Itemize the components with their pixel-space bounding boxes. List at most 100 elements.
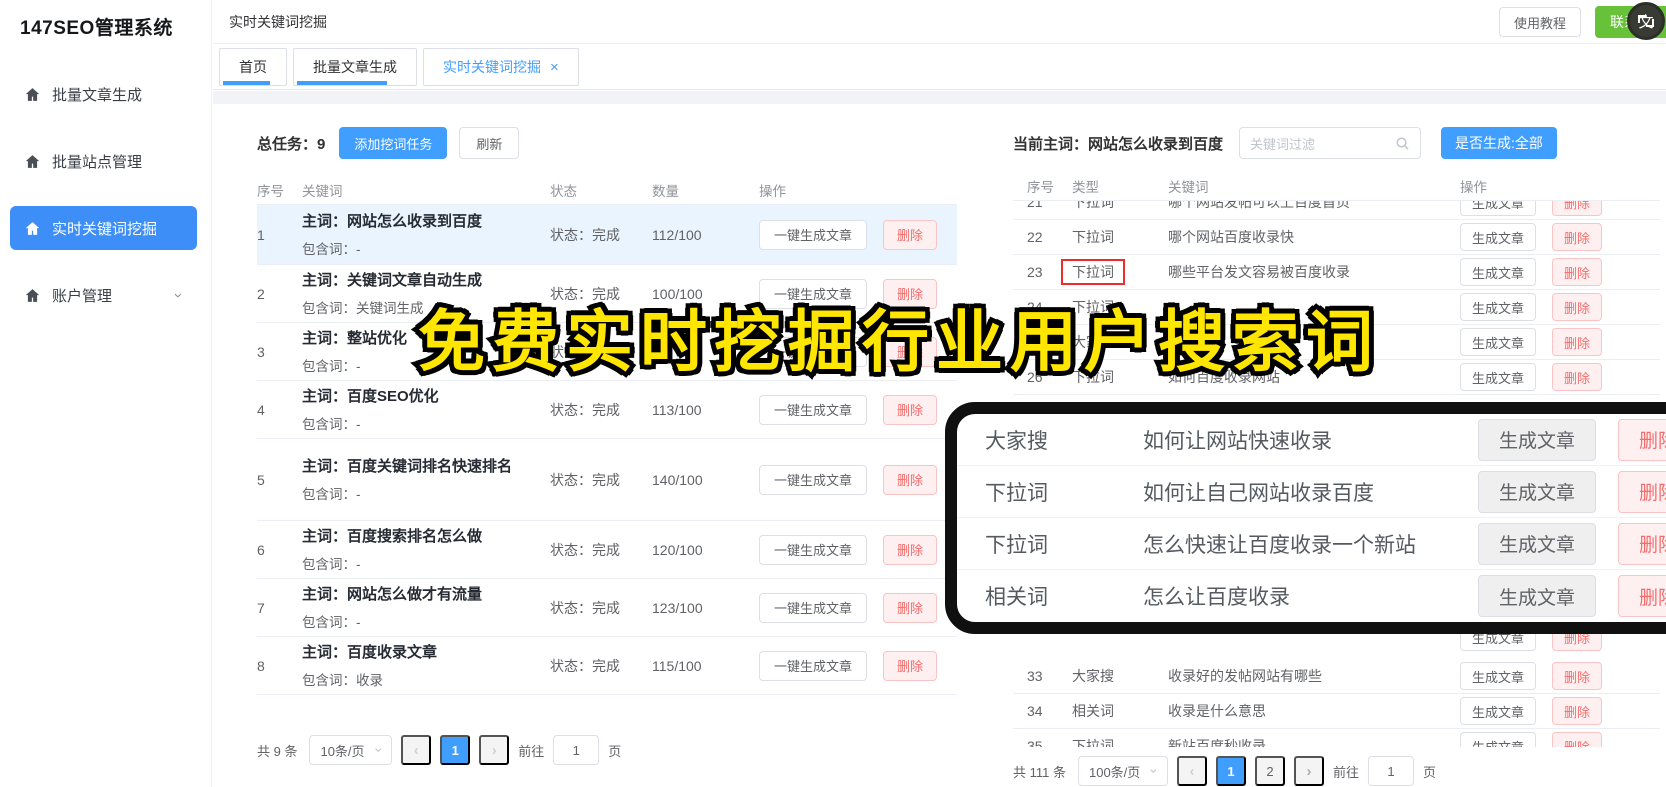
page-button-1[interactable]: 1 (1215, 756, 1246, 786)
tab-3[interactable]: 实时关键词挖掘 × (423, 48, 579, 86)
contains-word-label: 包含词：- (302, 556, 361, 572)
delete-button[interactable]: 删除 (1552, 201, 1603, 216)
table-row[interactable]: 8 主词：百度收录文章 包含词：收录 状态：完成 115/100 一键生成文章 删除 (257, 637, 957, 695)
generate-article-button[interactable]: 生成文章 (1460, 662, 1537, 690)
type-cell: 下拉词 (1072, 736, 1168, 747)
page-size-select[interactable]: 10条/页 › (309, 735, 393, 765)
type-cell: 大家搜 (1072, 666, 1168, 686)
translate-icon[interactable]: 文 (1627, 2, 1665, 40)
generate-article-button[interactable]: 一键生成文章 (759, 464, 868, 495)
generate-article-button[interactable]: 生成文章 (1460, 258, 1537, 286)
task-pagination: 共 9 条 10条/页 › ‹ 1 › 前往 页 (257, 735, 957, 765)
generate-article-button[interactable]: 一键生成文章 (759, 394, 868, 425)
page-button-1[interactable]: 1 (440, 735, 471, 765)
delete-button[interactable]: 删除 (1552, 328, 1603, 356)
generate-article-button[interactable]: 一键生成文章 (759, 592, 868, 623)
table-row[interactable]: 22 下拉词 哪个网站百度收录快 生成文章 删除 (1013, 220, 1660, 255)
keyword-filter-input[interactable]: 关键词过滤 (1239, 127, 1422, 159)
keyword-label: 怎么快速让百度收录一个新站 (1143, 533, 1416, 557)
table-row[interactable]: 21 下拉词 哪个网站发帖可以上百度首页 生成文章 删除 (1013, 201, 1660, 220)
generate-article-button[interactable]: 生成文章 (1460, 201, 1537, 216)
topbar-actions: 使用教程 联系 文 (1498, 0, 1666, 44)
generate-article-button[interactable]: 生成文章 (1460, 328, 1537, 356)
generate-article-button[interactable]: 一键生成文章 (759, 534, 868, 565)
type-label: 下拉词 (1072, 229, 1114, 245)
generate-article-button[interactable]: 生成文章 (1478, 470, 1596, 513)
generate-article-button[interactable]: 生成文章 (1460, 363, 1537, 391)
main-word-label: 主词：百度收录文章 (302, 644, 438, 662)
delete-button[interactable]: 删除 (883, 394, 938, 425)
delete-button[interactable]: 删除 (1552, 363, 1603, 391)
row-actions: 一键生成文章 删除 (759, 394, 957, 425)
delete-button[interactable]: 删除 (883, 592, 938, 623)
generate-all-button[interactable]: 是否生成:全部 (1441, 127, 1557, 159)
count-label: 115/100 (652, 657, 702, 674)
delete-button[interactable]: 删除 (1552, 662, 1603, 690)
help-button[interactable]: 使用教程 (1498, 7, 1581, 37)
row-actions: 生成文章删除 (1460, 363, 1660, 391)
table-row[interactable]: 33 大家搜 收录好的发帖网站有哪些 生成文章 删除 (1013, 659, 1660, 694)
refresh-button[interactable]: 刷新 (459, 127, 520, 159)
table-row[interactable]: 5 主词：百度关键词排名快速排名 包含词：- 状态：完成 140/100 一键生成文章 删除 (257, 439, 957, 521)
delete-button[interactable]: 删除 (1618, 470, 1666, 513)
delete-button[interactable]: 删除 (1552, 258, 1603, 286)
delete-button[interactable]: 删除 (1552, 697, 1603, 725)
next-page-button[interactable]: › (1293, 756, 1324, 786)
keyword-cell: 主词：网站怎么收录到百度 包含词：- (302, 211, 550, 258)
generate-article-button[interactable]: 生成文章 (1460, 223, 1537, 251)
keyword-label: 如何让网站快速收录 (1143, 429, 1332, 453)
generate-article-button[interactable]: 生成文章 (1478, 522, 1596, 565)
row-index: 6 (257, 541, 265, 558)
tab-1[interactable]: 首页 (219, 48, 287, 86)
generate-article-button[interactable]: 生成文章 (1478, 575, 1596, 617)
table-row[interactable]: 4 主词：百度SEO优化 包含词：- 状态：完成 113/100 一键生成文章 删除 (257, 381, 957, 439)
table-row[interactable]: 1 主词：网站怎么收录到百度 包含词：- 状态：完成 112/100 一键生成文章 删除 (257, 205, 957, 265)
delete-button[interactable]: 删除 (883, 219, 938, 250)
table-row[interactable]: 34 相关词 收录是什么意思 生成文章 删除 (1013, 694, 1660, 729)
delete-button[interactable]: 删除 (1618, 418, 1666, 461)
sidebar-item-1[interactable]: 批量文章生成 (0, 72, 197, 116)
page-button-2[interactable]: 2 (1254, 756, 1285, 786)
sidebar-item-2[interactable]: 批量站点管理 (0, 139, 197, 183)
generate-article-button[interactable]: 生成文章 (1478, 418, 1596, 461)
close-icon[interactable]: × (550, 60, 559, 75)
table-row[interactable]: 35 下拉词 新站百度秒收录 生成文章 删除 (1013, 729, 1660, 747)
tab-2[interactable]: 批量文章生成 (293, 48, 417, 86)
prev-page-button[interactable]: ‹ (1176, 756, 1207, 786)
generate-article-button[interactable]: 生成文章 (1460, 697, 1537, 725)
delete-button[interactable]: 删除 (883, 464, 938, 495)
goto-page-input[interactable] (1367, 756, 1414, 786)
type-label: 相关词 (1072, 703, 1114, 719)
tab-label: 首页 (239, 59, 267, 75)
generate-article-button[interactable]: 一键生成文章 (759, 650, 868, 681)
goto-page-input[interactable] (553, 735, 600, 765)
chevron-down-icon: › (370, 747, 387, 753)
generate-article-button[interactable]: 一键生成文章 (759, 219, 868, 250)
add-task-button[interactable]: 添加挖词任务 (339, 127, 448, 159)
main-area: 实时关键词挖掘 使用教程 联系 文 首页 批量文章生成 实时关键词挖掘 × 总任务：9… (213, 0, 1666, 787)
generate-article-button[interactable]: 生成文章 (1460, 732, 1537, 747)
sidebar-item-label: 账户管理 (52, 287, 113, 305)
row-index: 35 (1027, 738, 1043, 747)
delete-button[interactable]: 删除 (1618, 522, 1666, 565)
delete-button[interactable]: 删除 (1552, 223, 1603, 251)
delete-button[interactable]: 删除 (883, 534, 938, 565)
generate-article-button[interactable]: 生成文章 (1460, 293, 1537, 321)
table-row[interactable]: 6 主词：百度搜索排名怎么做 包含词：- 状态：完成 120/100 一键生成文章 删除 (257, 521, 957, 579)
delete-button[interactable]: 删除 (1618, 575, 1666, 617)
type-label: 相关词 (985, 586, 1048, 609)
sidebar-item-4[interactable]: 账户管理 › (0, 273, 197, 317)
next-page-button[interactable]: › (479, 735, 510, 765)
delete-button[interactable]: 删除 (883, 650, 938, 681)
row-index: 2 (257, 285, 265, 302)
delete-button[interactable]: 删除 (1552, 293, 1603, 321)
page-size-select[interactable]: 100条/页 › (1077, 756, 1168, 786)
row-index: 5 (257, 471, 265, 488)
table-row[interactable]: 23 下拉词 哪些平台发文容易被百度收录 生成文章 删除 (1013, 255, 1660, 290)
type-cell: 下拉词 (1072, 227, 1168, 247)
sidebar-item-3[interactable]: 实时关键词挖掘 (10, 206, 197, 250)
delete-button[interactable]: 删除 (1552, 732, 1603, 747)
prev-page-button[interactable]: ‹ (401, 735, 432, 765)
table-row[interactable]: 7 主词：网站怎么做才有流量 包含词：- 状态：完成 123/100 一键生成文章 删除 (257, 579, 957, 637)
current-main-word-label: 当前主词：网站怎么收录到百度 (1013, 135, 1224, 153)
